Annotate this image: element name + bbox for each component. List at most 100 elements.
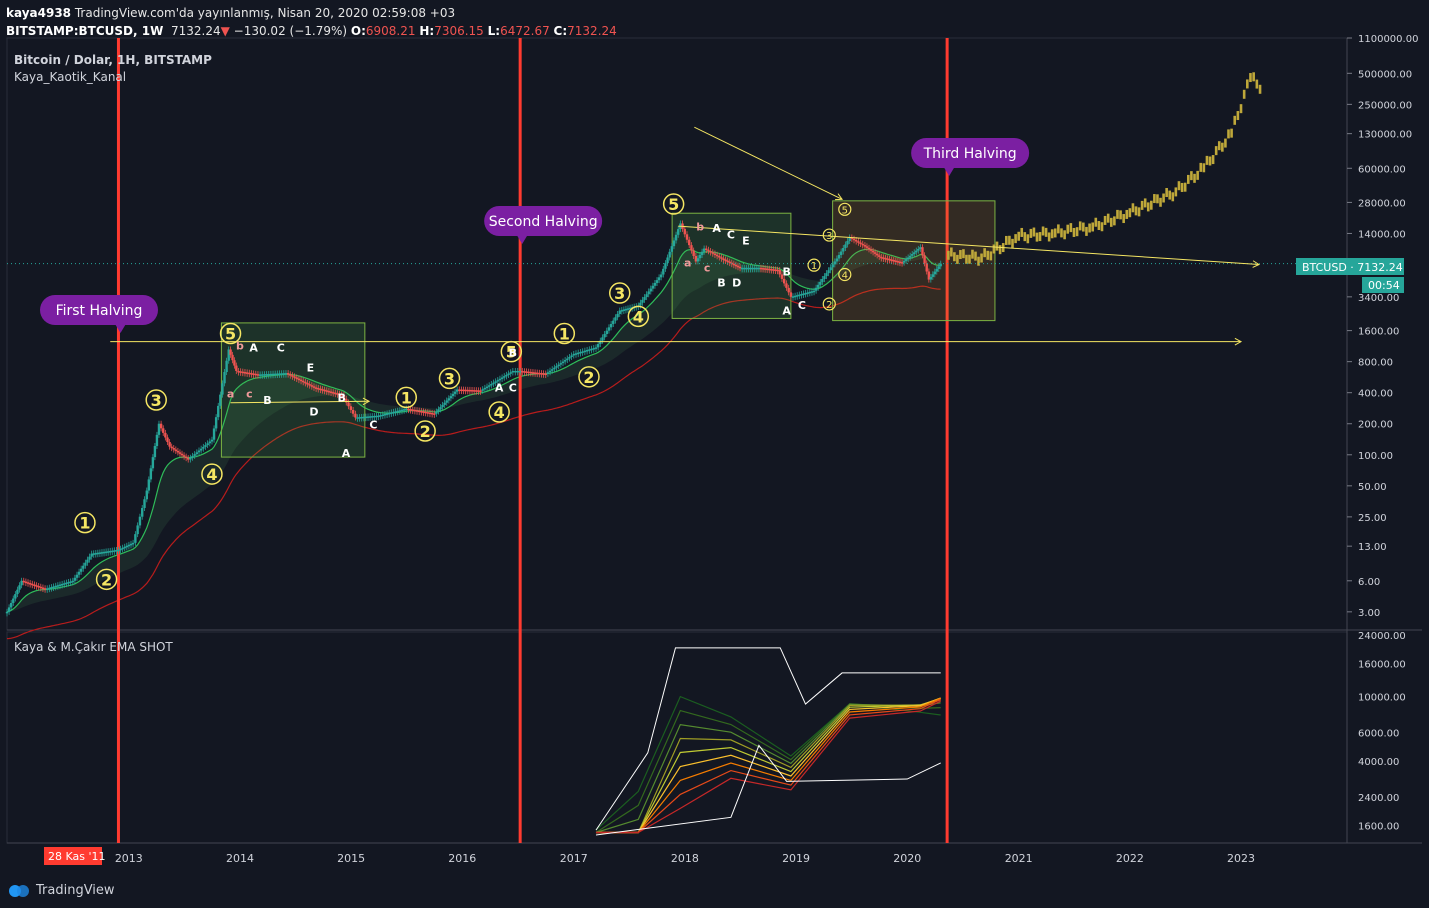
candle bbox=[390, 412, 393, 414]
candle bbox=[400, 409, 404, 412]
x-tick-label: 2019 bbox=[782, 852, 810, 865]
forecast-bar bbox=[1205, 155, 1209, 165]
wave-letter: A bbox=[712, 222, 721, 235]
candle bbox=[31, 583, 34, 586]
sub-y-tick-label: 10000.00 bbox=[1358, 693, 1406, 704]
forecast-bar bbox=[1193, 173, 1196, 183]
candle bbox=[289, 374, 292, 376]
forecast-bar bbox=[1134, 206, 1138, 216]
candle bbox=[509, 372, 512, 374]
candle bbox=[331, 392, 335, 394]
candle bbox=[398, 410, 402, 412]
candle bbox=[702, 248, 706, 252]
forecast-bar bbox=[1137, 207, 1141, 217]
candle bbox=[472, 390, 476, 392]
candle bbox=[214, 417, 218, 429]
candle bbox=[241, 371, 245, 374]
forecast-bar bbox=[947, 250, 950, 260]
candle bbox=[736, 265, 740, 268]
x-tick-label: 2015 bbox=[337, 852, 365, 865]
candle bbox=[700, 251, 704, 255]
forecast-bar bbox=[1038, 232, 1042, 242]
candle bbox=[551, 369, 554, 371]
halving-label-tail bbox=[943, 166, 956, 176]
wave-letter: B bbox=[717, 276, 725, 289]
candle bbox=[174, 449, 178, 451]
forecast-bar bbox=[983, 248, 986, 258]
candle bbox=[424, 411, 427, 414]
candle bbox=[304, 381, 307, 384]
candle bbox=[98, 552, 102, 554]
forecast-bar bbox=[1094, 217, 1098, 227]
forecast-bar bbox=[1131, 203, 1135, 213]
candle bbox=[104, 551, 108, 554]
candle bbox=[254, 373, 257, 376]
candle bbox=[212, 428, 216, 440]
candle bbox=[197, 450, 201, 453]
candle bbox=[559, 363, 563, 365]
candle bbox=[566, 358, 569, 361]
wave-letter: D bbox=[309, 406, 318, 419]
candle bbox=[612, 320, 615, 324]
close-label: C: bbox=[553, 24, 568, 38]
y-tick-label: 250000.00 bbox=[1358, 100, 1412, 111]
candle bbox=[276, 373, 279, 376]
candle bbox=[155, 434, 159, 447]
candle bbox=[354, 413, 357, 418]
candle bbox=[145, 490, 148, 500]
forecast-bar bbox=[1255, 79, 1259, 89]
candle bbox=[35, 585, 38, 587]
candle bbox=[683, 228, 686, 235]
candle bbox=[329, 391, 333, 393]
symbol[interactable]: BITSTAMP:BTCUSD, 1W bbox=[6, 24, 163, 38]
forecast-bar bbox=[1202, 163, 1206, 173]
candle bbox=[921, 247, 924, 256]
candle bbox=[607, 327, 611, 331]
candle bbox=[293, 376, 296, 378]
forecast-bar bbox=[1177, 181, 1181, 191]
candle bbox=[882, 257, 885, 259]
y-tick-label: 3400.00 bbox=[1358, 293, 1399, 304]
candle bbox=[651, 285, 655, 289]
candle bbox=[572, 353, 575, 356]
candle bbox=[601, 337, 604, 341]
candle bbox=[312, 386, 316, 388]
forecast-bar bbox=[1239, 104, 1243, 114]
candle bbox=[364, 416, 368, 419]
candle bbox=[65, 582, 68, 585]
wave-label-small: 2 bbox=[826, 300, 832, 311]
candle bbox=[176, 450, 180, 453]
forecast-bar bbox=[1023, 232, 1027, 242]
last-price: 7132.24 bbox=[170, 24, 221, 38]
candle bbox=[77, 571, 81, 575]
candle bbox=[538, 372, 541, 375]
ema-slow-line bbox=[6, 285, 941, 640]
candle bbox=[131, 542, 135, 545]
x-tick-label: 2013 bbox=[115, 852, 143, 865]
user-name[interactable]: kaya4938 bbox=[6, 6, 71, 20]
candle bbox=[470, 390, 474, 392]
candle bbox=[802, 293, 805, 295]
candle bbox=[590, 348, 593, 351]
forecast-bar bbox=[1103, 215, 1107, 225]
candle bbox=[413, 409, 417, 412]
sub-pane-frame bbox=[6, 631, 1348, 844]
forecast-bar bbox=[1186, 174, 1190, 184]
candle bbox=[751, 267, 754, 270]
candle bbox=[245, 372, 249, 374]
candle bbox=[837, 255, 841, 259]
candle bbox=[237, 370, 240, 373]
candle bbox=[812, 290, 816, 293]
forecast-bar bbox=[1069, 223, 1073, 233]
forecast-bar bbox=[1078, 221, 1082, 231]
candle bbox=[577, 352, 580, 355]
wave-letter: C bbox=[798, 299, 806, 312]
candle bbox=[420, 411, 423, 413]
forecast-bar bbox=[1085, 226, 1088, 236]
candle bbox=[831, 264, 834, 268]
candle bbox=[668, 251, 671, 258]
candle bbox=[39, 586, 43, 589]
candle bbox=[282, 373, 286, 375]
footer[interactable]: TradingView bbox=[8, 883, 115, 898]
candle bbox=[793, 295, 797, 298]
